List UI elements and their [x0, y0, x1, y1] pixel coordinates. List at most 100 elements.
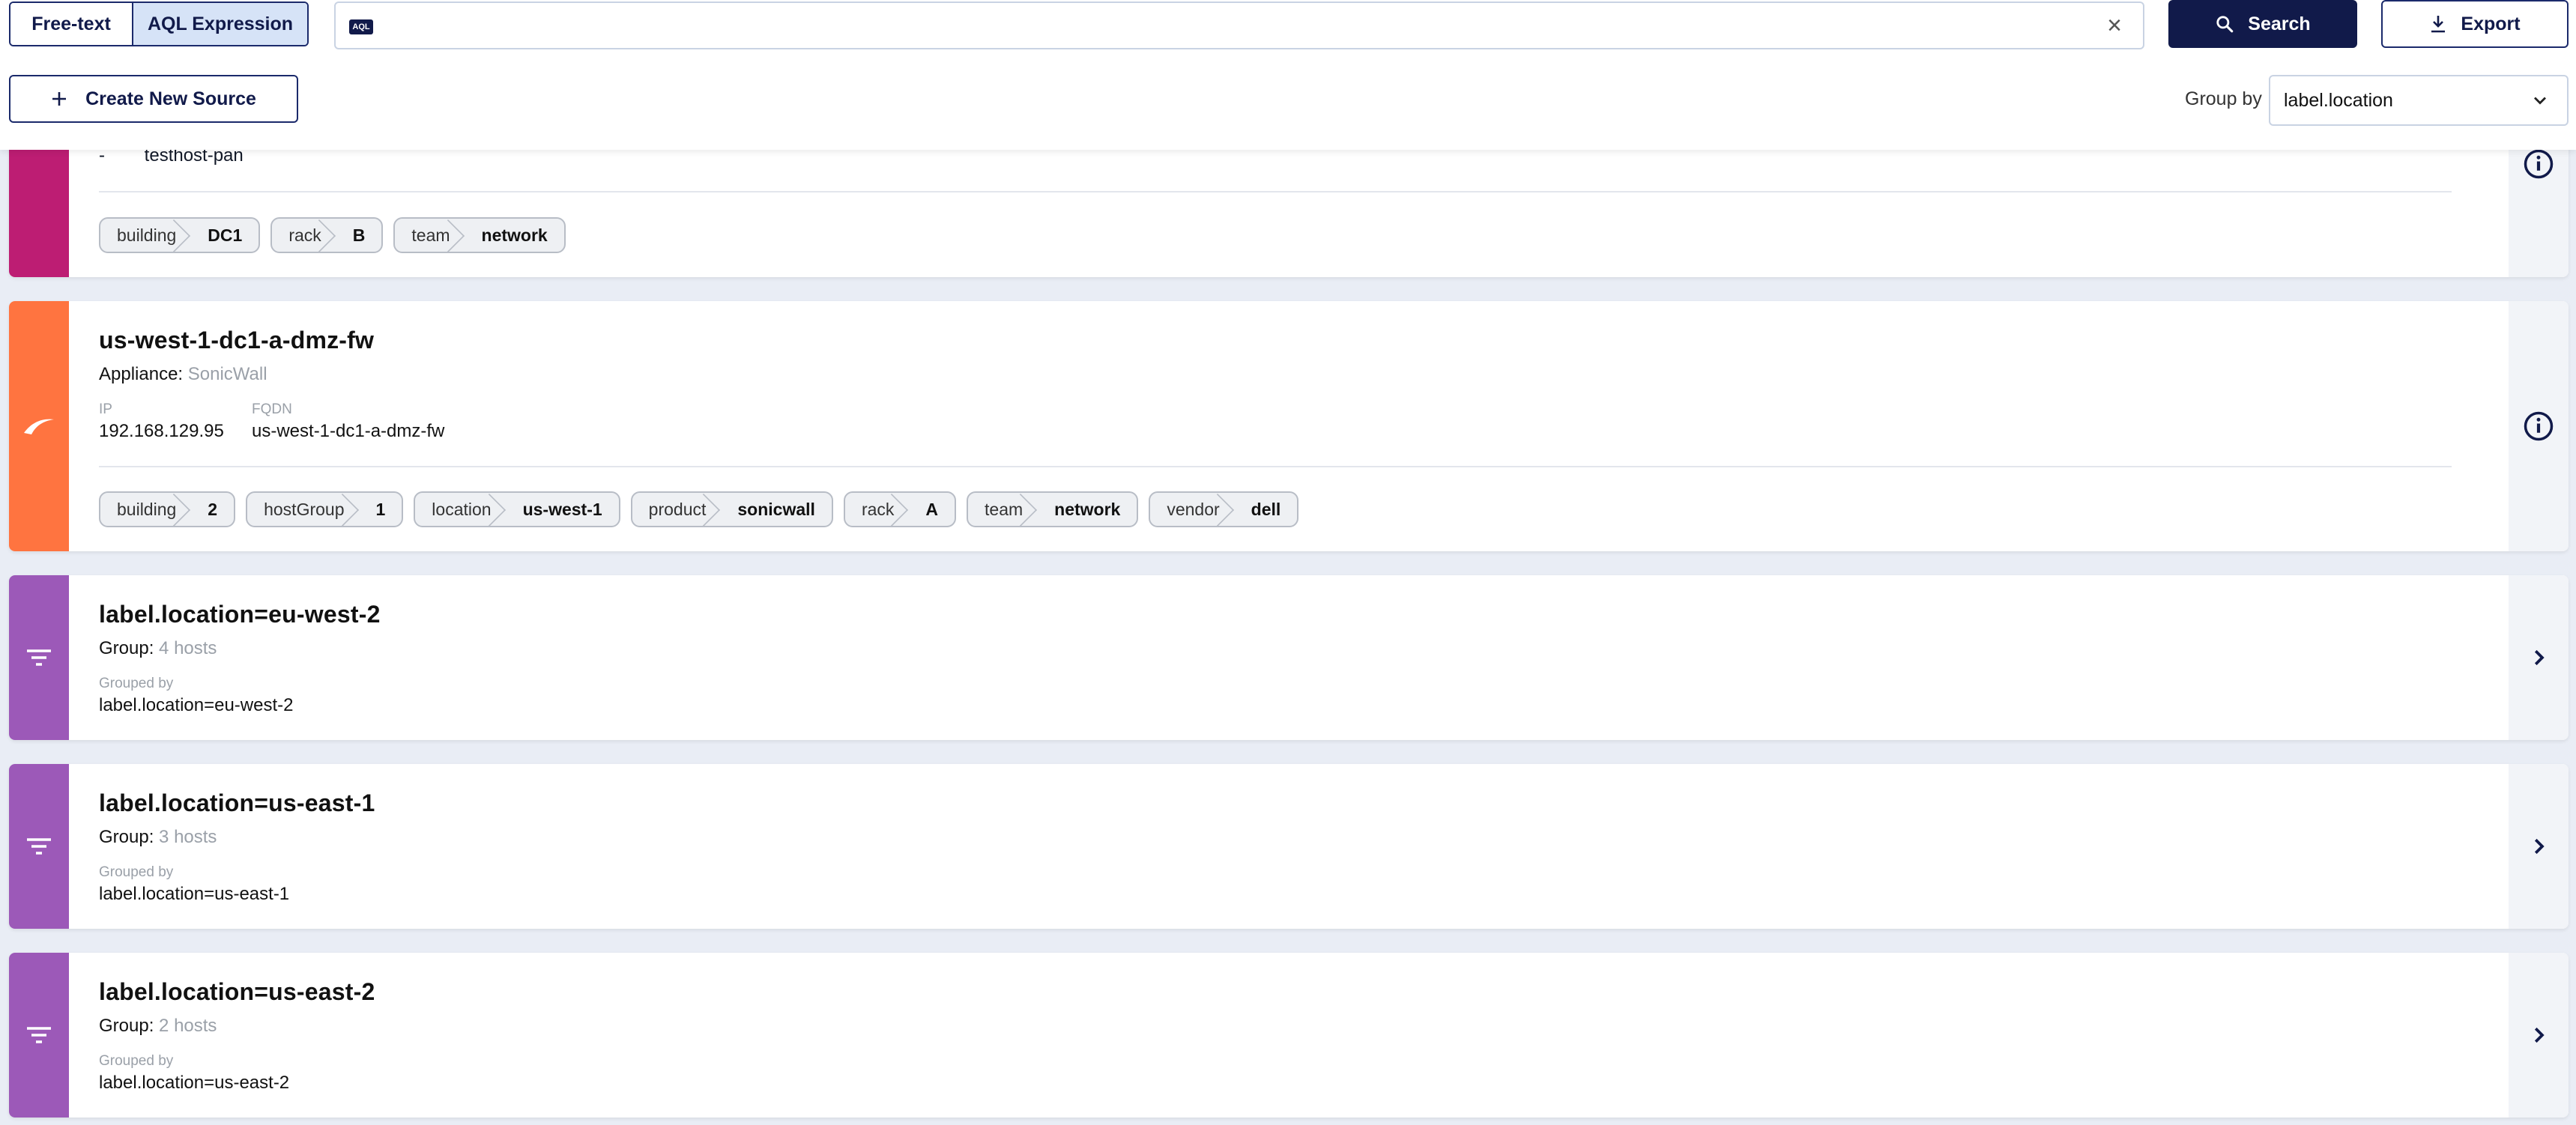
- tag-value: dell: [1251, 499, 1281, 519]
- host-card[interactable]: us-west-1-dc1-a-dmz-fw Appliance: SonicW…: [9, 301, 2569, 551]
- tag-key: product: [632, 493, 728, 526]
- info-icon[interactable]: [2523, 410, 2554, 442]
- download-icon: [2431, 16, 2446, 33]
- tag-value: network: [481, 225, 548, 245]
- aql-expression-mode-button[interactable]: AQL Expression: [133, 3, 307, 45]
- group-stripe: [9, 575, 69, 740]
- card-side-panel[interactable]: [2509, 764, 2569, 929]
- tag[interactable]: team network: [967, 491, 1139, 527]
- grouped-by-label: Grouped by: [99, 1053, 174, 1069]
- tag-key: rack: [845, 493, 915, 526]
- tag-key: location: [415, 493, 512, 526]
- export-label: Export: [2461, 13, 2521, 34]
- tag-value: DC1: [208, 225, 243, 245]
- tag-value: 1: [375, 499, 386, 519]
- tag-value: us-west-1: [522, 499, 602, 519]
- fqdn-label: FQDN: [252, 401, 292, 417]
- group-label: Group:: [99, 1016, 154, 1036]
- group-count: 3 hosts: [159, 827, 217, 847]
- grouped-by-value: label.location=eu-west-2: [99, 695, 294, 715]
- create-new-source-label: Create New Source: [85, 88, 256, 109]
- group-title[interactable]: label.location=us-east-2: [99, 978, 375, 1006]
- appliance-value: SonicWall: [187, 364, 267, 384]
- grouped-by-label: Grouped by: [99, 676, 174, 691]
- chevron-right-icon[interactable]: [2527, 1024, 2550, 1046]
- aql-query-input[interactable]: AQL ×: [334, 1, 2144, 49]
- grouped-by-field: Grouped by label.location=us-east-2: [99, 1053, 289, 1094]
- tag-list: building DC1 rack B team network: [99, 217, 566, 253]
- group-title[interactable]: label.location=eu-west-2: [99, 601, 381, 628]
- tag-value: sonicwall: [737, 499, 815, 519]
- grouped-by-field: Grouped by label.location=us-east-1: [99, 864, 289, 905]
- tag[interactable]: building 2: [99, 491, 236, 527]
- divider: [99, 466, 2452, 467]
- ip-field: IP 192.168.129.95: [99, 401, 224, 442]
- group-card[interactable]: label.location=eu-west-2 Group: 4 hosts …: [9, 575, 2569, 740]
- appliance-line: Appliance: SonicWall: [99, 364, 267, 385]
- chevron-right-icon[interactable]: [2527, 646, 2550, 669]
- group-title[interactable]: label.location=us-east-1: [99, 789, 375, 817]
- tag[interactable]: location us-west-1: [414, 491, 620, 527]
- tag[interactable]: building DC1: [99, 217, 261, 253]
- card-side-panel[interactable]: [2509, 575, 2569, 740]
- tag-value: B: [352, 225, 366, 245]
- grouped-by-value: label.location=us-east-1: [99, 884, 290, 904]
- group-card[interactable]: label.location=us-east-2 Group: 2 hosts …: [9, 953, 2569, 1118]
- free-text-mode-button[interactable]: Free-text: [10, 3, 133, 45]
- filter-icon: [27, 649, 51, 666]
- ip-value: 192.168.129.95: [99, 421, 224, 441]
- tag-key: rack: [272, 219, 342, 252]
- fqdn-field: FQDN us-west-1-dc1-a-dmz-fw: [252, 401, 444, 442]
- grouped-by-field: Grouped by label.location=eu-west-2: [99, 676, 294, 716]
- export-button[interactable]: Export: [2381, 0, 2569, 48]
- group-count-line: Group: 2 hosts: [99, 1016, 217, 1037]
- tag[interactable]: rack B: [270, 217, 384, 253]
- tag[interactable]: rack A: [843, 491, 957, 527]
- tag-key: hostGroup: [247, 493, 365, 526]
- divider: [99, 191, 2452, 192]
- card-side-panel[interactable]: [2509, 953, 2569, 1118]
- tag-value: network: [1054, 499, 1121, 519]
- chevron-right-icon[interactable]: [2527, 835, 2550, 858]
- group-stripe: [9, 764, 69, 929]
- group-label: Group:: [99, 638, 154, 658]
- group-card[interactable]: label.location=us-east-1 Group: 3 hosts …: [9, 764, 2569, 929]
- group-label: Group:: [99, 827, 154, 847]
- group-count: 4 hosts: [159, 638, 217, 658]
- create-new-source-button[interactable]: Create New Source: [9, 75, 298, 123]
- search-icon: [2216, 16, 2234, 33]
- chevron-down-icon: [2534, 97, 2546, 105]
- group-by-select[interactable]: label.location: [2269, 75, 2569, 126]
- group-by-value: label.location: [2284, 89, 2393, 111]
- sonicwall-logo-icon: [24, 419, 54, 434]
- group-by-label: Group by: [2185, 88, 2262, 109]
- toolbar: Free-text AQL Expression AQL × Search Ex…: [0, 0, 2576, 150]
- group-stripe: [9, 953, 69, 1118]
- group-count-line: Group: 3 hosts: [99, 827, 217, 848]
- filter-icon: [27, 1027, 51, 1043]
- tag-value: A: [925, 499, 939, 519]
- filter-icon: [27, 838, 51, 855]
- tag-list: building 2 hostGroup 1 location us-west-1 p…: [99, 491, 1299, 527]
- fqdn-value: us-west-1-dc1-a-dmz-fw: [252, 421, 445, 441]
- query-mode-toggle: Free-text AQL Expression: [9, 1, 309, 46]
- grouped-by-label: Grouped by: [99, 864, 174, 880]
- tag[interactable]: hostGroup 1: [246, 491, 404, 527]
- clear-icon[interactable]: ×: [2102, 13, 2126, 38]
- tag[interactable]: product sonicwall: [630, 491, 833, 527]
- tag[interactable]: vendor dell: [1149, 491, 1299, 527]
- host-name[interactable]: us-west-1-dc1-a-dmz-fw: [99, 327, 374, 354]
- grouped-by-value: label.location=us-east-2: [99, 1073, 290, 1093]
- search-button[interactable]: Search: [2168, 0, 2357, 48]
- info-icon[interactable]: [2523, 148, 2554, 180]
- plus-icon: [52, 92, 67, 106]
- card-side-panel: [2509, 301, 2569, 551]
- tag-key: vendor: [1150, 493, 1240, 526]
- search-label: Search: [2248, 13, 2311, 34]
- source-stripe: [9, 301, 69, 551]
- tag-value: 2: [208, 499, 218, 519]
- tag-key: team: [395, 219, 471, 252]
- tag[interactable]: team network: [393, 217, 566, 253]
- tag-key: building: [100, 493, 197, 526]
- group-count: 2 hosts: [159, 1016, 217, 1036]
